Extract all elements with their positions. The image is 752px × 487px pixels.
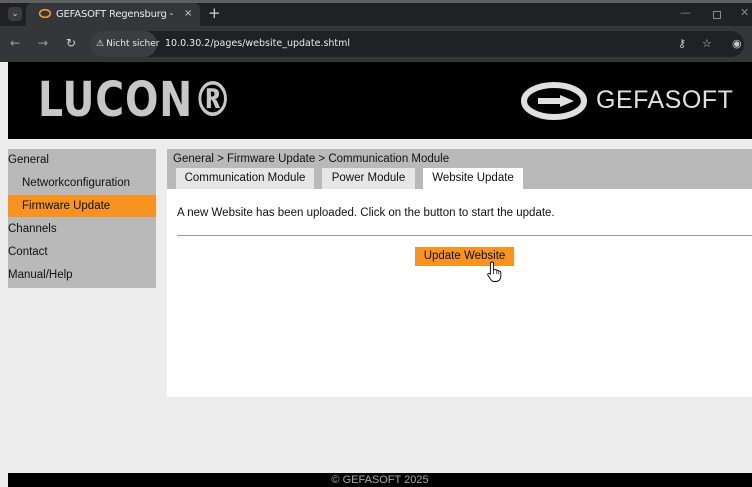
sidebar-item-channels[interactable]: Channels	[8, 218, 156, 240]
browser-tab[interactable]: GEFASOFT Regensburg - LUCON ×	[26, 3, 200, 26]
tab-close-icon[interactable]: ×	[184, 7, 192, 20]
sidebar-item-manual-help[interactable]: Manual/Help	[8, 264, 156, 286]
back-arrow-icon[interactable]: ←	[10, 35, 20, 51]
tab-title: GEFASOFT Regensburg - LUCON	[56, 9, 176, 20]
sidebar-item-networkconfiguration[interactable]: Networkconfiguration	[8, 172, 156, 194]
gefasoft-brand: GEFASOFT	[596, 86, 734, 114]
site-header: LUCON® GEFASOFT	[8, 62, 752, 139]
bookmark-star-icon[interactable]: ☆	[702, 37, 712, 51]
sidebar-item-firmware-update[interactable]: Firmware Update	[8, 195, 156, 217]
minimize-icon[interactable]: —	[680, 6, 691, 19]
tab-search-icon[interactable]: ⌄	[8, 7, 22, 21]
lucon-logo: LUCON®	[38, 72, 234, 128]
status-message: A new Website has been uploaded. Click o…	[177, 207, 555, 219]
maximize-icon[interactable]	[713, 11, 721, 19]
hand-pointer-icon	[487, 261, 502, 282]
forward-arrow-icon[interactable]: →	[38, 35, 48, 51]
tab-website-update[interactable]: Website Update	[423, 168, 523, 189]
gefasoft-favicon-icon	[39, 9, 51, 18]
sidebar-item-general[interactable]: General	[8, 149, 156, 171]
url-text[interactable]: 10.0.30.2/pages/website_update.shtml	[165, 31, 350, 57]
password-key-icon[interactable]: ⚷	[678, 37, 686, 51]
divider	[177, 235, 752, 236]
breadcrumb: General > Firmware Update > Communicatio…	[173, 153, 450, 165]
security-label: Nicht sicher	[106, 39, 160, 49]
new-tab-icon[interactable]: +	[208, 5, 221, 21]
tab-communication-module[interactable]: Communication Module	[176, 168, 314, 189]
breadcrumb-bar: General > Firmware Update > Communicatio…	[167, 149, 752, 189]
address-bar[interactable]: ⚠ Nicht sicher 10.0.30.2/pages/website_up…	[90, 31, 744, 57]
main-panel: General > Firmware Update > Communicatio…	[167, 149, 752, 397]
window-close-icon[interactable]: ✕	[740, 6, 749, 19]
sidebar-nav: General Networkconfiguration Firmware Up…	[8, 149, 156, 288]
footer-copyright: © GEFASOFT 2025	[8, 473, 752, 487]
gefasoft-swirl-logo-icon	[521, 82, 587, 120]
sidebar-item-contact[interactable]: Contact	[8, 241, 156, 263]
warning-icon: ⚠	[96, 39, 105, 49]
profile-icon[interactable]: ◉	[732, 37, 742, 51]
tab-power-module[interactable]: Power Module	[322, 168, 415, 189]
security-indicator[interactable]: ⚠ Nicht sicher	[90, 31, 160, 57]
browser-tab-strip: ⌄ GEFASOFT Regensburg - LUCON × + — ✕	[0, 0, 752, 26]
browser-toolbar: ← → ↻ ⚠ Nicht sicher 10.0.30.2/pages/webs…	[0, 26, 752, 62]
reload-icon[interactable]: ↻	[66, 35, 76, 51]
